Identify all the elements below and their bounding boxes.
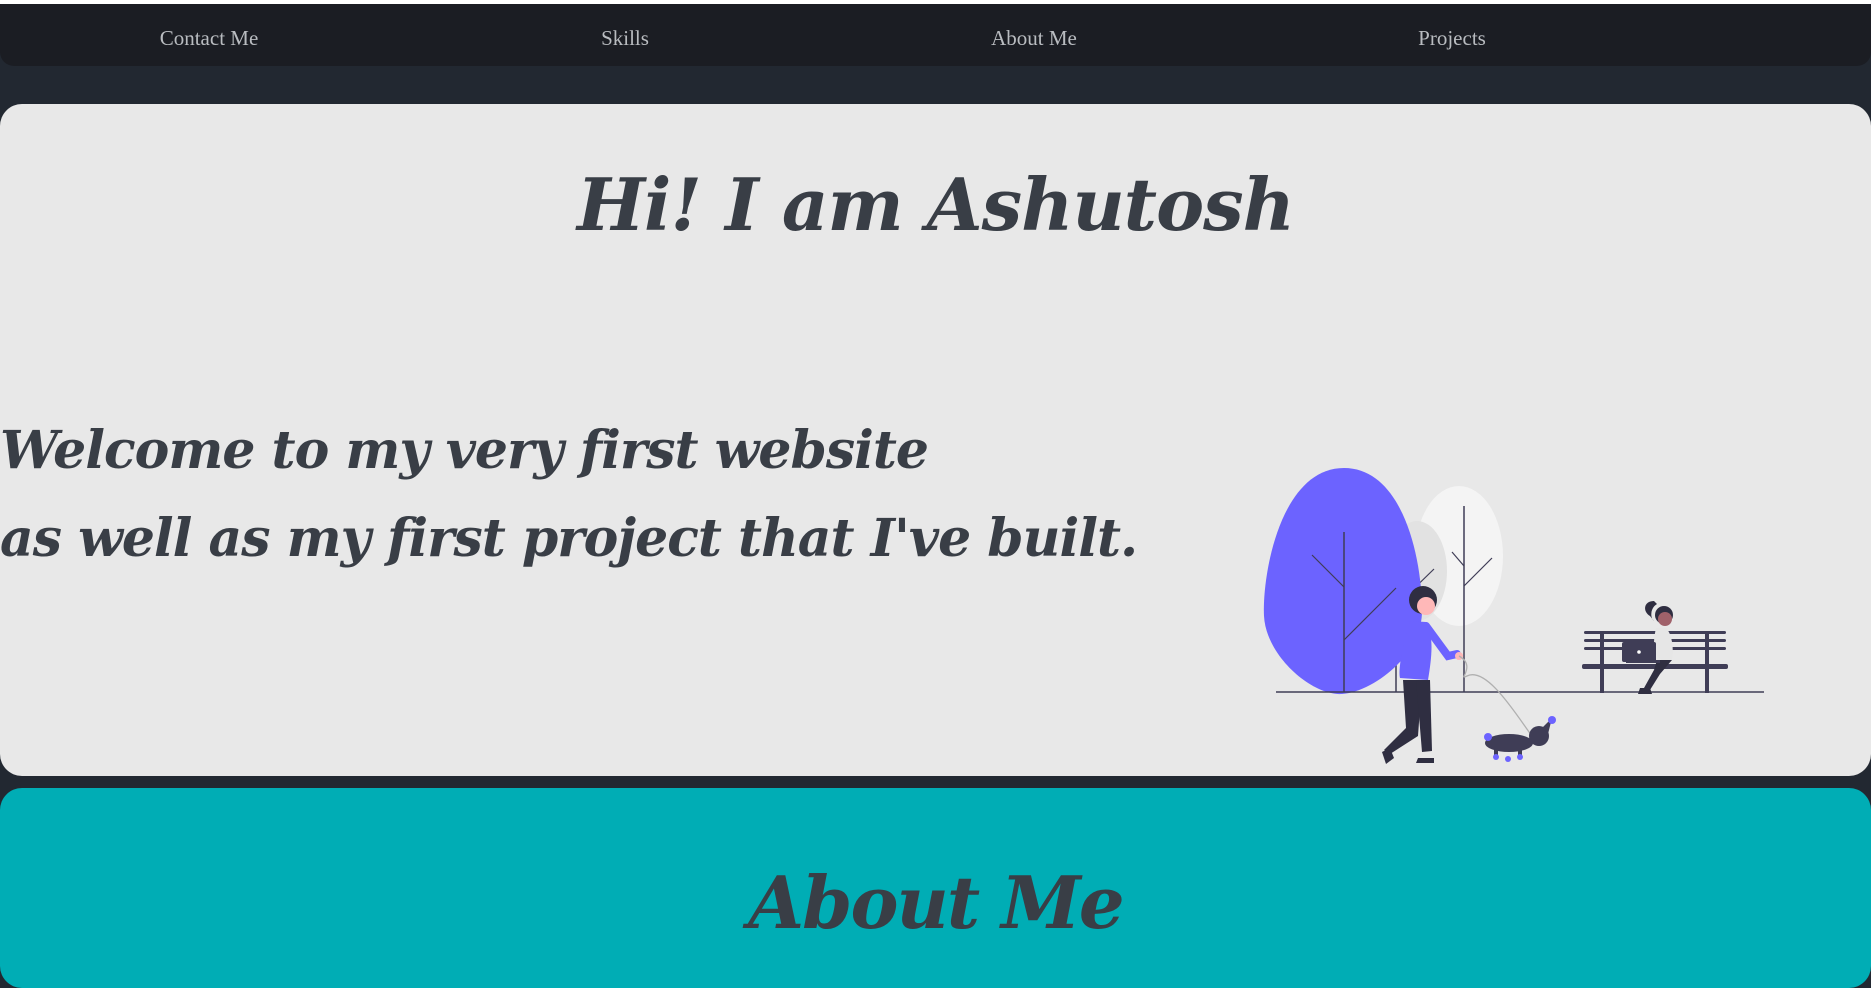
about-section: About Me bbox=[0, 788, 1871, 988]
nav-link-contact-me[interactable]: Contact Me bbox=[160, 26, 259, 51]
dog bbox=[1484, 716, 1556, 762]
welcome-line-2: as well as my first project that I've bu… bbox=[0, 508, 1138, 569]
hero-title: Hi! I am Ashutosh bbox=[577, 162, 1295, 247]
about-title: About Me bbox=[748, 860, 1124, 945]
navbar: Contact Me Skills About Me Projects bbox=[0, 4, 1871, 66]
leash bbox=[1458, 655, 1533, 737]
hero-section: Hi! I am Ashutosh Welcome to my very fir… bbox=[0, 104, 1871, 776]
welcome-line-1: Welcome to my very first website bbox=[0, 420, 929, 481]
purple-tree-canopy bbox=[1263, 468, 1422, 695]
person-walking-dog-illustration bbox=[1263, 468, 1764, 764]
woman-with-laptop bbox=[1622, 601, 1673, 694]
nav-link-skills[interactable]: Skills bbox=[601, 26, 649, 51]
nav-link-about-me[interactable]: About Me bbox=[991, 26, 1077, 51]
nav-link-projects[interactable]: Projects bbox=[1418, 26, 1486, 51]
